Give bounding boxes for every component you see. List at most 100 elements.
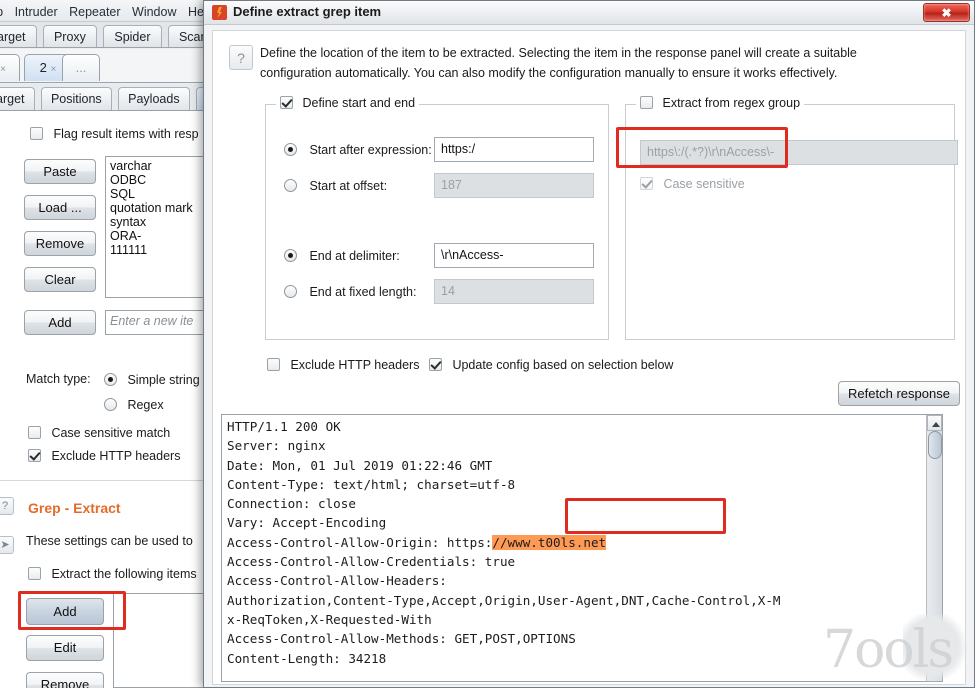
grep-items-list[interactable]	[113, 593, 205, 688]
response-scrollbar[interactable]	[926, 415, 942, 681]
extract-regex-caption-row[interactable]: Extract from regex group	[636, 96, 805, 110]
flag-result-items-checkbox[interactable]	[30, 127, 43, 140]
extract-following-items-row[interactable]: Extract the following items	[28, 565, 197, 583]
match-type-simple-radio[interactable]	[104, 373, 117, 386]
forward-icon[interactable]: ➤	[0, 536, 14, 554]
end-at-fixed-length-input[interactable]: 14	[434, 279, 594, 304]
tab-spider[interactable]: Spider	[103, 25, 162, 47]
dialog-exclude-http-headers-row[interactable]: Exclude HTTP headers	[267, 356, 419, 374]
remove-button[interactable]: Remove	[24, 231, 96, 256]
update-config-checkbox[interactable]	[429, 358, 442, 371]
match-type-regex-radio[interactable]	[104, 398, 117, 411]
end-at-delimiter-row[interactable]: End at delimiter:	[284, 247, 400, 265]
define-start-end-checkbox[interactable]	[280, 96, 293, 109]
load-button[interactable]: Load ...	[24, 195, 96, 220]
response-selected-text[interactable]: //www.t00ls.net	[492, 534, 607, 550]
start-at-offset-input[interactable]: 187	[434, 173, 594, 198]
define-start-end-group: Define start and end Start after express…	[265, 96, 609, 340]
response-line: Server: nginx	[227, 438, 326, 454]
case-sensitive-match-checkbox[interactable]	[28, 426, 41, 439]
flag-result-items-row[interactable]: Flag result items with resp	[30, 125, 199, 143]
case-sensitive-match-label: Case sensitive match	[51, 426, 171, 440]
new-item-input[interactable]: Enter a new ite	[106, 314, 205, 328]
start-after-expression-radio[interactable]	[284, 143, 297, 156]
attack-tab-bar: × 2 × ...	[0, 49, 205, 83]
define-start-end-caption-row[interactable]: Define start and end	[276, 96, 420, 110]
clear-button[interactable]: Clear	[24, 267, 96, 292]
case-sensitive-match-row[interactable]: Case sensitive match	[28, 424, 170, 442]
list-item[interactable]: ORA-	[106, 229, 205, 243]
menu-item-intruder[interactable]: Intruder	[15, 0, 65, 21]
tab-scanner[interactable]: Scanner	[167, 25, 205, 47]
match-type-label: Match type:	[26, 372, 91, 386]
start-at-offset-radio[interactable]	[284, 179, 297, 192]
regex-input[interactable]: https\:/(.*?)\r\nAccess\-	[640, 140, 958, 165]
grep-remove-button[interactable]: Remove	[26, 672, 104, 688]
list-item[interactable]: 111111	[106, 243, 205, 257]
attack-tab-2-label: 2	[39, 60, 47, 75]
define-start-end-label: Define start and end	[302, 96, 416, 110]
match-type-simple-row[interactable]: Simple string	[104, 371, 200, 389]
list-item[interactable]: syntax	[106, 215, 205, 229]
help-question-icon[interactable]: ?	[229, 45, 253, 70]
close-button[interactable]: ✖	[923, 3, 970, 22]
grep-extract-header: Grep - Extract	[28, 500, 121, 516]
response-text: HTTP/1.1 200 OK Server: nginx Date: Mon,…	[227, 417, 781, 681]
refetch-response-button[interactable]: Refetch response	[838, 381, 960, 406]
tab-target[interactable]: arget	[0, 25, 37, 47]
options-panel: Flag result items with resp Paste Load .…	[0, 111, 205, 688]
attack-tab-1-close-icon[interactable]: ×	[0, 64, 6, 75]
tab-proxy[interactable]: Proxy	[42, 25, 97, 47]
attack-tab-more[interactable]: ...	[62, 54, 100, 81]
start-at-offset-row[interactable]: Start at offset:	[284, 177, 387, 195]
grep-add-button[interactable]: Add	[26, 598, 104, 625]
scrollbar-thumb[interactable]	[928, 431, 942, 459]
response-line: Access-Control-Allow-Credentials: true	[227, 554, 516, 570]
response-line: Authorization,Content-Type,Accept,Origin…	[227, 592, 781, 608]
grep-edit-button[interactable]: Edit	[26, 635, 104, 661]
end-at-delimiter-label: End at delimiter:	[309, 249, 400, 263]
update-config-row[interactable]: Update config based on selection below	[429, 356, 673, 374]
payload-list[interactable]: varchar ODBC SQL quotation mark syntax O…	[105, 156, 205, 298]
paste-button[interactable]: Paste	[24, 159, 96, 184]
menu-item-burp[interactable]: rp	[0, 0, 10, 21]
start-after-expression-input[interactable]: https:/	[434, 137, 594, 162]
attack-tab-2-close-icon[interactable]: ×	[51, 64, 57, 75]
question-icon[interactable]: ?	[0, 497, 14, 515]
regex-case-sensitive-checkbox[interactable]	[640, 177, 653, 190]
exclude-http-headers-label: Exclude HTTP headers	[51, 449, 181, 463]
list-item[interactable]: varchar	[106, 159, 205, 173]
attack-tab-1[interactable]: ×	[0, 54, 20, 81]
extract-following-items-checkbox[interactable]	[28, 567, 41, 580]
dialog-title: Define extract grep item	[233, 4, 382, 19]
dialog-exclude-http-headers-checkbox[interactable]	[267, 358, 280, 371]
subtab-payloads[interactable]: Payloads	[118, 87, 190, 110]
section-divider	[0, 480, 205, 481]
response-line: x-ReqToken,X-Requested-With	[227, 611, 432, 627]
list-item[interactable]: SQL	[106, 187, 205, 201]
scroll-up-arrow-icon[interactable]	[927, 415, 942, 431]
response-line: Connection: close	[227, 496, 356, 512]
end-at-fixed-length-radio[interactable]	[284, 285, 297, 298]
end-at-delimiter-radio[interactable]	[284, 249, 297, 262]
subtab-target[interactable]: arget	[0, 87, 35, 110]
response-line: Access-Control-Allow-Methods: GET,POST,O…	[227, 631, 576, 647]
end-at-fixed-length-row[interactable]: End at fixed length:	[284, 283, 416, 301]
extract-regex-checkbox[interactable]	[640, 96, 653, 109]
response-viewer[interactable]: HTTP/1.1 200 OK Server: nginx Date: Mon,…	[221, 414, 943, 682]
add-payload-button[interactable]: Add	[24, 310, 96, 335]
match-type-regex-row[interactable]: Regex	[104, 396, 164, 414]
end-at-delimiter-input[interactable]: \r\nAccess-	[434, 243, 594, 268]
menu-item-window[interactable]: Window	[132, 0, 183, 21]
match-type-simple-label: Simple string	[127, 373, 200, 387]
main-tab-bar: arget Proxy Spider Scanner	[0, 22, 205, 48]
exclude-http-headers-checkbox[interactable]	[28, 449, 41, 462]
subtab-positions[interactable]: Positions	[40, 87, 112, 110]
regex-case-sensitive-row[interactable]: Case sensitive	[640, 175, 745, 193]
start-after-expression-row[interactable]: Start after expression:	[284, 141, 432, 159]
list-item[interactable]: quotation mark	[106, 201, 205, 215]
exclude-http-headers-row[interactable]: Exclude HTTP headers	[28, 447, 180, 465]
list-item[interactable]: ODBC	[106, 173, 205, 187]
dialog-title-bar[interactable]: Define extract grep item ✖	[204, 1, 974, 25]
menu-item-repeater[interactable]: Repeater	[69, 0, 127, 21]
